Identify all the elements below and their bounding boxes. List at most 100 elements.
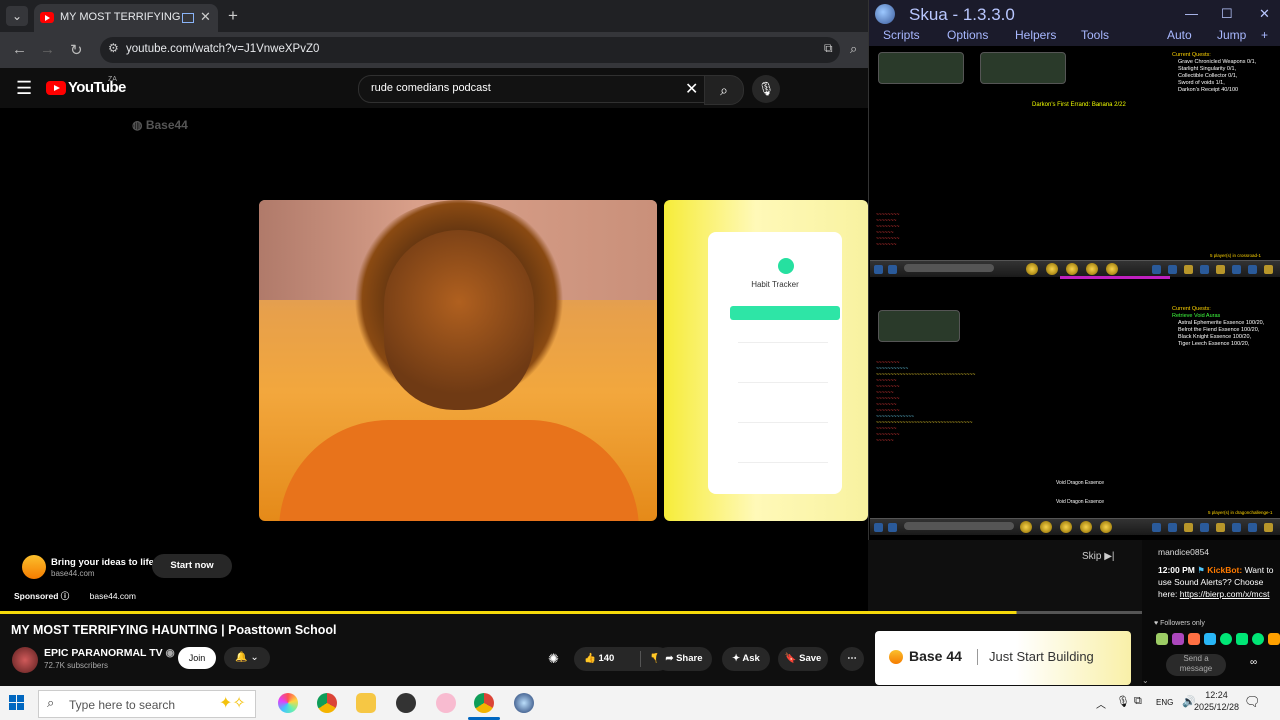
menu-helpers[interactable]: Helpers	[1015, 28, 1056, 42]
ad-progress-bar[interactable]	[0, 611, 1142, 614]
start-now-button[interactable]: Start now	[152, 554, 232, 578]
send-message-input[interactable]: Send a message	[1166, 654, 1226, 676]
show-hidden-icons-icon[interactable]: ︿	[1096, 696, 1106, 711]
clear-search-icon[interactable]: ✕	[685, 79, 698, 99]
menu-icon[interactable]	[1152, 523, 1161, 532]
emote-icon[interactable]	[1268, 633, 1280, 645]
game-pane-1[interactable]: Current Quests: Grave Chronicled Weapons…	[870, 46, 1280, 294]
skill-slot[interactable]	[1086, 263, 1098, 275]
close-window-icon[interactable]: ✕	[1259, 6, 1270, 22]
ask-button[interactable]: ✦ Ask	[722, 647, 770, 671]
menu-icon[interactable]	[1264, 265, 1273, 274]
emote-icon[interactable]	[1236, 633, 1248, 645]
skill-slot[interactable]	[1046, 263, 1058, 275]
menu-icon[interactable]	[1248, 265, 1257, 274]
menu-auto[interactable]: Auto	[1167, 28, 1192, 42]
subscribe-notification-button[interactable]: 🔔 ⌄	[224, 647, 270, 669]
save-button[interactable]: 🔖 Save	[778, 647, 828, 671]
chat-collapse-icon[interactable]: ⌄	[1142, 676, 1149, 685]
game-pane-2[interactable]: Current Quests: Retrieve Void Auras Astr…	[870, 298, 1280, 538]
info-icon[interactable]: ⓘ	[61, 591, 70, 601]
menu-icon[interactable]	[1264, 523, 1273, 532]
emote-icon[interactable]	[1220, 633, 1232, 645]
sparkle-icon[interactable]: ✺	[548, 651, 559, 667]
back-arrow-icon[interactable]: ←	[12, 41, 27, 58]
new-tab-button[interactable]: +	[228, 6, 238, 26]
emote-icon[interactable]	[1204, 633, 1216, 645]
windows-start-icon[interactable]	[9, 695, 25, 711]
toolbar-icon[interactable]	[874, 265, 883, 274]
notifications-icon[interactable]: 🗨	[1244, 694, 1261, 710]
toolbar-icon[interactable]	[874, 523, 883, 532]
skill-slot[interactable]	[1026, 263, 1038, 275]
advertiser-logo[interactable]	[22, 555, 46, 579]
minimize-icon[interactable]: —	[1185, 6, 1198, 21]
file-explorer-icon[interactable]	[356, 693, 376, 713]
address-bar[interactable]: ⚙ youtube.com/watch?v=J1VnweXPvZ0 ⧉	[100, 37, 840, 63]
menu-icon[interactable]	[1232, 523, 1241, 532]
skill-slot[interactable]	[1020, 521, 1032, 533]
hamburger-menu-icon[interactable]: ☰	[16, 78, 32, 99]
search-input[interactable]: rude comedians podcast ✕	[358, 75, 710, 103]
network-icon[interactable]: ⧉	[1134, 695, 1142, 708]
snipping-tool-icon[interactable]	[436, 693, 456, 713]
cast-icon[interactable]: ⧉	[824, 41, 833, 56]
menu-tools[interactable]: Tools	[1081, 28, 1109, 42]
menu-icon[interactable]	[1216, 523, 1225, 532]
chrome-icon[interactable]	[317, 693, 337, 713]
taskbar-search-input[interactable]: ⌕ Type here to search ✦✧	[38, 690, 256, 718]
skua-taskbar-icon[interactable]	[514, 693, 534, 713]
skill-slot[interactable]	[1060, 521, 1072, 533]
chrome-active-icon[interactable]	[474, 693, 494, 713]
menu-icon[interactable]	[1168, 265, 1177, 274]
voice-search-button[interactable]: 🎙	[752, 75, 780, 103]
browser-tab[interactable]: MY MOST TERRIFYING HAUNTING | Poasttown …	[34, 4, 218, 32]
toolbar-icon[interactable]	[888, 265, 897, 274]
skill-slot[interactable]	[1066, 263, 1078, 275]
menu-scripts[interactable]: Scripts	[883, 28, 920, 42]
emote-icon[interactable]	[1156, 633, 1168, 645]
menu-icon[interactable]	[1232, 265, 1241, 274]
taskbar-clock[interactable]: 12:24 2025/12/28	[1194, 689, 1239, 713]
reload-icon[interactable]: ↻	[70, 41, 83, 59]
menu-icon[interactable]	[1200, 523, 1209, 532]
language-indicator[interactable]: ENG	[1156, 698, 1173, 707]
emote-icon[interactable]	[1252, 633, 1264, 645]
more-actions-button[interactable]: ⋯	[840, 647, 864, 671]
forward-arrow-icon[interactable]: →	[40, 41, 55, 58]
menu-icon[interactable]	[1200, 265, 1209, 274]
skill-slot[interactable]	[1100, 521, 1112, 533]
ad-title[interactable]: Bring your ideas to life	[51, 557, 154, 568]
site-info-icon[interactable]: ⚙	[108, 41, 119, 55]
menu-jump[interactable]: Jump	[1217, 28, 1246, 42]
menu-icon[interactable]	[1184, 265, 1193, 274]
menu-icon[interactable]	[1152, 265, 1161, 274]
menu-options[interactable]: Options	[947, 28, 988, 42]
chat-input[interactable]	[904, 522, 1014, 530]
search-button[interactable]: ⌕	[704, 75, 744, 105]
microphone-tray-icon[interactable]: 🎙	[1116, 695, 1130, 708]
skill-slot[interactable]	[1040, 521, 1052, 533]
copilot-icon[interactable]	[278, 693, 298, 713]
skill-slot[interactable]	[1080, 521, 1092, 533]
emote-icon[interactable]	[1188, 633, 1200, 645]
app-icon[interactable]	[396, 693, 416, 713]
maximize-icon[interactable]: ☐	[1221, 6, 1233, 22]
close-tab-icon[interactable]: ✕	[200, 9, 211, 25]
toolbar-icon[interactable]	[888, 523, 897, 532]
tab-search-button[interactable]: ⌄	[6, 6, 28, 26]
chat-input[interactable]	[904, 264, 994, 272]
channel-name[interactable]: EPIC PARANORMAL TV ◉	[44, 647, 175, 659]
video-player[interactable]: ◍ Base44 Habit Tracker Bring your ideas …	[0, 108, 868, 613]
menu-icon[interactable]	[1248, 523, 1257, 532]
menu-icon[interactable]	[1168, 523, 1177, 532]
emote-icon[interactable]	[1172, 633, 1184, 645]
menu-icon[interactable]	[1216, 265, 1225, 274]
zoom-icon[interactable]: ⌕	[850, 41, 857, 57]
channel-avatar[interactable]	[12, 647, 38, 673]
chat-link[interactable]: https://bierp.com/x/mcst	[1180, 589, 1270, 599]
sparkle-widget-icon[interactable]: ✦✧	[219, 693, 246, 713]
sponsored-domain[interactable]: base44.com	[90, 591, 136, 601]
chat-settings-icon[interactable]: ∞	[1250, 657, 1257, 668]
share-button[interactable]: ➦ Share	[656, 647, 712, 671]
